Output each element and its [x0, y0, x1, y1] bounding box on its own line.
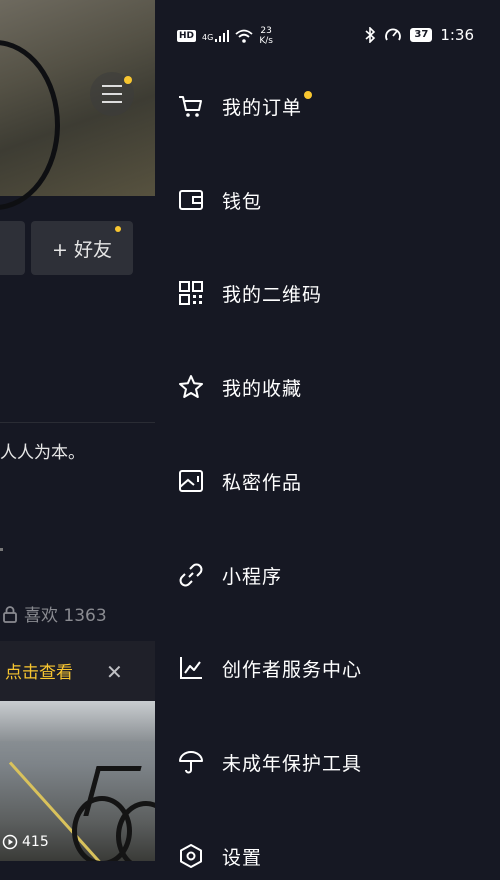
profile-divider: [0, 422, 155, 423]
edit-profile-button[interactable]: [0, 221, 25, 275]
drawer-item-label: 钱包: [222, 190, 263, 213]
status-bar: HD 4G 23 K/s 37 1:36: [155, 24, 500, 52]
tunnel-ceiling: [0, 701, 155, 741]
drawer-item-label: 创作者服务中心: [222, 658, 363, 681]
notice-close-button[interactable]: ✕: [106, 660, 123, 684]
cover-bike-wheel: [0, 40, 60, 210]
drawer-item-label: 我的二维码: [222, 283, 323, 306]
bluetooth-icon: [365, 27, 376, 43]
drawer-item-mini-program[interactable]: 小程序: [176, 555, 476, 595]
drawer-item-favorites[interactable]: 我的收藏: [176, 367, 476, 407]
chart-icon: [176, 653, 206, 683]
add-friend-label: + 好友: [52, 238, 112, 261]
cart-icon: [176, 91, 206, 121]
drawer-item-wallet[interactable]: 钱包: [176, 180, 476, 220]
link-icon: [176, 560, 206, 590]
drawer-item-label: 未成年保护工具: [222, 752, 363, 775]
network-speed: 23 K/s: [259, 26, 273, 46]
add-friend-button[interactable]: + 好友: [31, 221, 133, 275]
signal-icon: [215, 30, 230, 42]
drawer-item-label: 我的订单: [222, 90, 313, 120]
hamburger-icon: [102, 85, 122, 103]
notice-text[interactable]: 点击查看: [5, 658, 73, 683]
drawer-item-orders[interactable]: 我的订单: [176, 86, 476, 126]
orders-label: 我的订单: [222, 96, 303, 119]
drawer-item-label: 私密作品: [222, 471, 303, 494]
private-image-icon: [176, 466, 206, 496]
drawer-item-private[interactable]: 私密作品: [176, 461, 476, 501]
star-icon: [176, 372, 206, 402]
drawer-item-creator-center[interactable]: 创作者服务中心: [176, 648, 476, 688]
network-type: 4G: [202, 33, 214, 42]
umbrella-icon: [176, 747, 206, 777]
wifi-icon: [235, 29, 253, 43]
drawer-item-qrcode[interactable]: 我的二维码: [176, 273, 476, 313]
clock: 1:36: [440, 26, 474, 44]
orders-badge-dot: [304, 90, 313, 99]
drawer-item-label: 小程序: [222, 565, 283, 588]
lock-icon: [3, 605, 17, 623]
hexagon-settings-icon: [176, 841, 206, 871]
profile-page-background: + 好友 人人为本。 喜欢 1363 点击查看 ✕ 415: [0, 0, 155, 880]
speed-unit: K/s: [259, 36, 273, 46]
hamburger-menu-button[interactable]: [90, 72, 134, 116]
add-friend-notification-dot: [115, 226, 121, 232]
drawer-item-label: 我的收藏: [222, 377, 303, 400]
battery-indicator: 37: [410, 28, 433, 42]
wallet-icon: [176, 185, 206, 215]
drawer-item-minor-protection[interactable]: 未成年保护工具: [176, 742, 476, 782]
qr-code-icon: [176, 278, 206, 308]
views-value: 415: [22, 834, 49, 850]
bio-mark: [0, 548, 3, 551]
data-saver-icon: [385, 28, 402, 41]
network-indicator: 4G: [202, 30, 230, 42]
likes-tab[interactable]: 喜欢 1363: [2, 601, 107, 626]
drawer-item-label: 设置: [222, 846, 263, 869]
likes-label: 喜欢 1363: [24, 606, 107, 626]
profile-bio: 人人为本。: [0, 443, 85, 463]
menu-notification-dot: [124, 76, 132, 84]
video-view-count: 415: [2, 834, 49, 850]
drawer-item-settings[interactable]: 设置: [176, 836, 476, 876]
hd-badge: HD: [177, 30, 197, 42]
play-icon: [2, 834, 18, 850]
speed-value: 23: [260, 26, 272, 36]
